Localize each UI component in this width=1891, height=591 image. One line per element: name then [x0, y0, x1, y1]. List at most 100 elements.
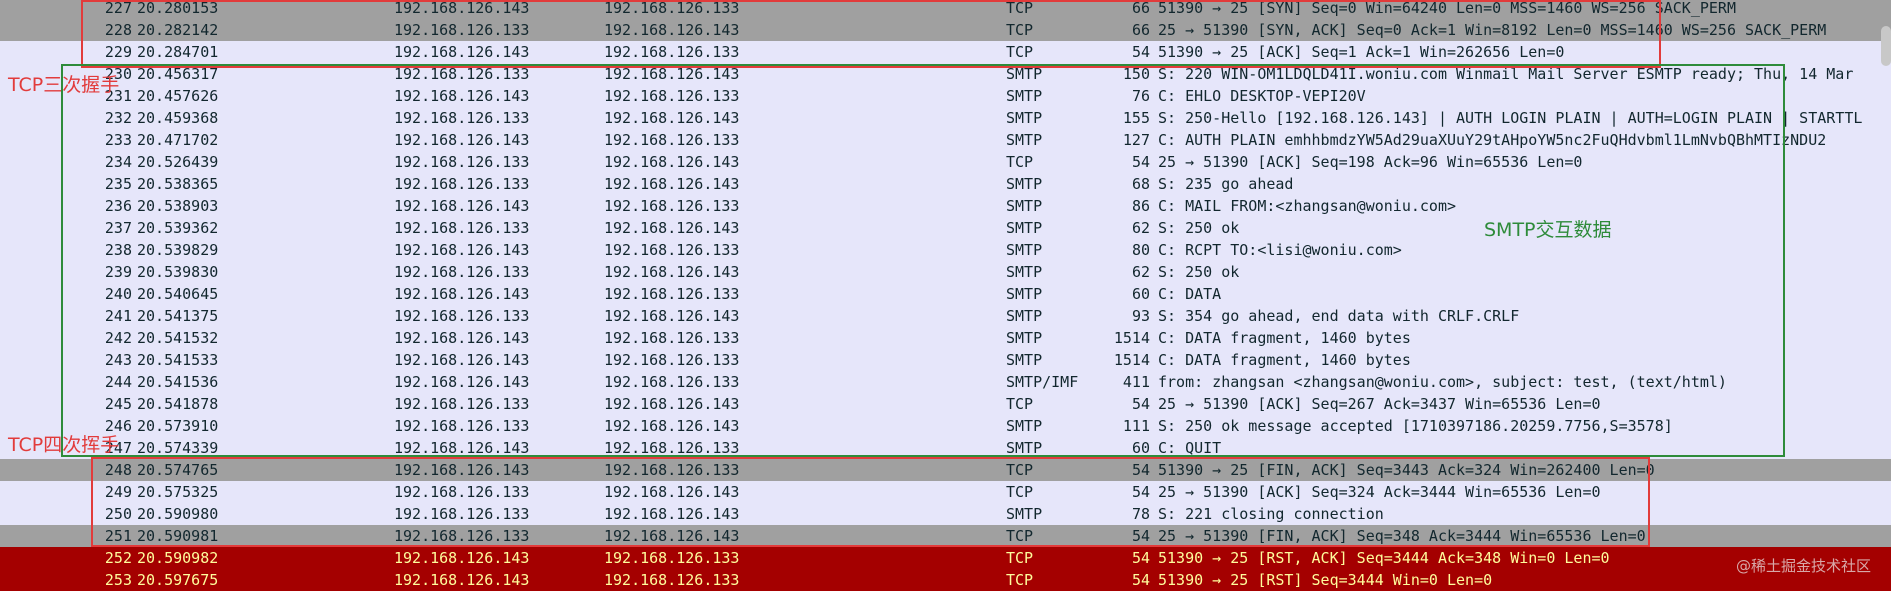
packet-len-cell: 54 — [1131, 461, 1150, 479]
packet-dst-cell: 192.168.126.143 — [604, 483, 740, 501]
packet-no-cell: 229 — [104, 43, 132, 61]
packet-row[interactable]: 249 20.575325 192.168.126.133 192.168.126.1… — [0, 481, 1891, 503]
packet-src-cell: 192.168.126.143 — [394, 351, 530, 369]
packet-time-cell: 20.539362 — [137, 219, 219, 237]
scrollbar-thumb[interactable] — [1881, 26, 1891, 66]
packet-row[interactable]: 227 20.280153 192.168.126.143 192.168.126.1… — [0, 0, 1891, 19]
packet-proto-cell: SMTP — [1006, 505, 1043, 523]
packet-dst-cell: 192.168.126.133 — [604, 197, 740, 215]
packet-dst-cell: 192.168.126.133 — [604, 87, 740, 105]
packet-proto-cell: TCP — [1006, 571, 1034, 589]
packet-len-cell: 54 — [1131, 549, 1150, 567]
packet-row[interactable]: 245 20.541878 192.168.126.133 192.168.126.1… — [0, 393, 1891, 415]
watermark: @稀土掘金技术社区 — [1735, 557, 1871, 575]
packet-dst-cell: 192.168.126.133 — [604, 373, 740, 391]
packet-row[interactable]: 244 20.541536 192.168.126.143 192.168.126.1… — [0, 371, 1891, 393]
packet-info-cell: from: zhangsan <zhangsan@woniu.com>, sub… — [1158, 373, 1727, 391]
packet-no-cell: 251 — [104, 527, 132, 545]
packet-src-cell: 192.168.126.133 — [394, 307, 530, 325]
packet-proto-cell: SMTP — [1006, 329, 1043, 347]
packet-time-cell: 20.459368 — [137, 109, 219, 127]
packet-dst-cell: 192.168.126.133 — [604, 241, 740, 259]
packet-info-cell: S: 250 ok message accepted [1710397186.2… — [1158, 417, 1673, 435]
packet-row[interactable]: 252 20.590982 192.168.126.143 192.168.126.1… — [0, 547, 1891, 569]
packet-time-cell: 20.541536 — [137, 373, 219, 391]
packet-info-cell: S: 250 ok — [1158, 219, 1240, 237]
packet-row[interactable]: 235 20.538365 192.168.126.133 192.168.126.1… — [0, 173, 1891, 195]
packet-time-cell: 20.538365 — [137, 175, 219, 193]
packet-info-cell: C: DATA — [1158, 285, 1222, 303]
packet-proto-cell: SMTP/IMF — [1006, 373, 1079, 391]
packet-row[interactable]: 240 20.540645 192.168.126.143 192.168.126.1… — [0, 283, 1891, 305]
packet-row[interactable]: 233 20.471702 192.168.126.143 192.168.126.1… — [0, 129, 1891, 151]
packet-time-cell: 20.597675 — [137, 571, 219, 589]
packet-row[interactable]: 231 20.457626 192.168.126.143 192.168.126.1… — [0, 85, 1891, 107]
packet-row[interactable]: 243 20.541533 192.168.126.143 192.168.126.1… — [0, 349, 1891, 371]
packet-dst-cell: 192.168.126.133 — [604, 0, 740, 17]
packet-info-cell: S: 250 ok — [1158, 263, 1240, 281]
packet-dst-cell: 192.168.126.133 — [604, 329, 740, 347]
packet-time-cell: 20.573910 — [137, 417, 219, 435]
packet-src-cell: 192.168.126.143 — [394, 461, 530, 479]
packet-no-cell: 237 — [104, 219, 132, 237]
packet-time-cell: 20.282142 — [137, 21, 219, 39]
packet-row[interactable]: 247 20.574339 192.168.126.143 192.168.126.1… — [0, 437, 1891, 459]
packet-dst-cell: 192.168.126.133 — [604, 439, 740, 457]
packet-info-cell: S: 221 closing connection — [1158, 505, 1384, 523]
packet-proto-cell: TCP — [1006, 483, 1034, 501]
packet-time-cell: 20.471702 — [137, 131, 219, 149]
packet-time-cell: 20.541533 — [137, 351, 219, 369]
packet-proto-cell: TCP — [1006, 461, 1034, 479]
packet-row[interactable]: 250 20.590980 192.168.126.133 192.168.126.1… — [0, 503, 1891, 525]
packet-dst-cell: 192.168.126.133 — [604, 461, 740, 479]
packet-proto-cell: TCP — [1006, 43, 1034, 61]
packet-no-cell: 248 — [104, 461, 132, 479]
packet-len-cell: 76 — [1131, 87, 1150, 105]
packet-proto-cell: TCP — [1006, 153, 1034, 171]
packet-time-cell: 20.284701 — [137, 43, 219, 61]
packet-dst-cell: 192.168.126.133 — [604, 285, 740, 303]
packet-src-cell: 192.168.126.143 — [394, 439, 530, 457]
packet-len-cell: 62 — [1131, 263, 1150, 281]
packet-row[interactable]: 242 20.541532 192.168.126.143 192.168.126.1… — [0, 327, 1891, 349]
packet-row[interactable]: 229 20.284701 192.168.126.143 192.168.126.1… — [0, 41, 1891, 63]
packet-len-cell: 60 — [1131, 285, 1150, 303]
packet-row[interactable]: 238 20.539829 192.168.126.143 192.168.126.1… — [0, 239, 1891, 261]
packet-row[interactable]: 232 20.459368 192.168.126.133 192.168.126.1… — [0, 107, 1891, 129]
packet-len-cell: 1514 — [1113, 351, 1150, 369]
packet-len-cell: 78 — [1131, 505, 1150, 523]
packet-len-cell: 93 — [1131, 307, 1150, 325]
packet-row[interactable]: 228 20.282142 192.168.126.133 192.168.126.1… — [0, 19, 1891, 41]
packet-info-cell: 51390 → 25 [ACK] Seq=1 Ack=1 Win=262656 … — [1158, 43, 1565, 61]
packet-dst-cell: 192.168.126.133 — [604, 351, 740, 369]
packet-src-cell: 192.168.126.143 — [394, 241, 530, 259]
handshake-annotation: TCP三次握手 — [8, 74, 120, 96]
packet-proto-cell: TCP — [1006, 395, 1034, 413]
packet-row[interactable]: 251 20.590981 192.168.126.133 192.168.126.1… — [0, 525, 1891, 547]
packet-row[interactable]: 239 20.539830 192.168.126.133 192.168.126.1… — [0, 261, 1891, 283]
packet-len-cell: 54 — [1131, 571, 1150, 589]
packet-time-cell: 20.575325 — [137, 483, 219, 501]
packet-time-cell: 20.526439 — [137, 153, 219, 171]
packet-dst-cell: 192.168.126.143 — [604, 505, 740, 523]
packet-row[interactable]: 248 20.574765 192.168.126.143 192.168.126.1… — [0, 459, 1891, 481]
packet-info-cell: C: RCPT TO:<lisi@woniu.com> — [1158, 241, 1402, 259]
packet-no-cell: 236 — [104, 197, 132, 215]
packet-row[interactable]: 246 20.573910 192.168.126.133 192.168.126.1… — [0, 415, 1891, 437]
packet-row[interactable]: 253 20.597675 192.168.126.143 192.168.126.1… — [0, 569, 1891, 591]
packet-row[interactable]: 230 20.456317 192.168.126.133 192.168.126.1… — [0, 63, 1891, 85]
packet-row[interactable]: 234 20.526439 192.168.126.133 192.168.126.1… — [0, 151, 1891, 173]
packet-row[interactable]: 236 20.538903 192.168.126.143 192.168.126.1… — [0, 195, 1891, 217]
packet-info-cell: S: 354 go ahead, end data with CRLF.CRLF — [1158, 307, 1520, 325]
packet-row[interactable]: 241 20.541375 192.168.126.133 192.168.126.1… — [0, 305, 1891, 327]
packet-info-cell: 25 → 51390 [ACK] Seq=267 Ack=3437 Win=65… — [1158, 395, 1601, 413]
packet-time-cell: 20.541375 — [137, 307, 219, 325]
smtp-annotation: SMTP交互数据 — [1484, 219, 1612, 241]
packet-info-cell: 51390 → 25 [SYN] Seq=0 Win=64240 Len=0 M… — [1158, 0, 1736, 17]
packet-len-cell: 127 — [1122, 131, 1150, 149]
packet-no-cell: 234 — [104, 153, 132, 171]
packet-dst-cell: 192.168.126.133 — [604, 131, 740, 149]
packet-len-cell: 150 — [1122, 65, 1150, 83]
packet-proto-cell: SMTP — [1006, 219, 1043, 237]
packet-no-cell: 243 — [104, 351, 132, 369]
